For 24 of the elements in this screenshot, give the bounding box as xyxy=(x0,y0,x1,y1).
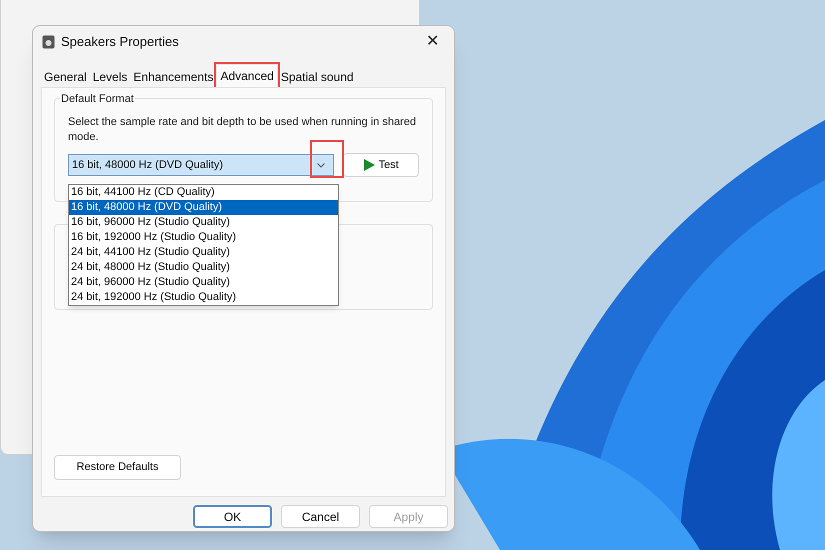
window-title: Speakers Properties xyxy=(61,33,179,52)
dropdown-option[interactable]: 24 bit, 48000 Hz (Studio Quality) xyxy=(69,260,338,275)
speaker-icon xyxy=(42,35,55,49)
dropdown-option[interactable]: 16 bit, 96000 Hz (Studio Quality) xyxy=(69,215,338,230)
dropdown-option[interactable]: 24 bit, 44100 Hz (Studio Quality) xyxy=(69,245,338,260)
tab[interactable]: Enhancements xyxy=(130,67,216,87)
tab[interactable]: Spatial sound xyxy=(278,67,357,87)
format-description: Select the sample rate and bit depth to be used when running in shared mode. xyxy=(68,115,417,145)
dialog-button[interactable]: OK xyxy=(193,505,272,528)
tab[interactable]: General xyxy=(41,67,90,87)
tab[interactable]: Levels xyxy=(90,67,130,87)
dropdown-option[interactable]: 16 bit, 48000 Hz (DVD Quality) xyxy=(69,200,338,215)
test-button[interactable]: Test xyxy=(343,153,419,177)
tab[interactable]: Advanced xyxy=(216,64,278,87)
restore-defaults-button[interactable]: Restore Defaults xyxy=(54,455,181,480)
close-button[interactable]: ✕ xyxy=(422,30,443,54)
dropdown-option[interactable]: 24 bit, 96000 Hz (Studio Quality) xyxy=(69,275,338,290)
format-dropdown[interactable]: 16 bit, 48000 Hz (DVD Quality) xyxy=(68,154,334,176)
dialog-button[interactable]: Cancel xyxy=(281,505,360,528)
chevron-icon xyxy=(317,162,326,168)
dropdown-option[interactable]: 16 bit, 44100 Hz (CD Quality) xyxy=(69,185,338,200)
dropdown-option[interactable]: 16 bit, 192000 Hz (Studio Quality) xyxy=(69,230,338,245)
play-icon xyxy=(364,159,375,171)
dropdown-option[interactable]: 24 bit, 192000 Hz (Studio Quality) xyxy=(69,290,338,305)
